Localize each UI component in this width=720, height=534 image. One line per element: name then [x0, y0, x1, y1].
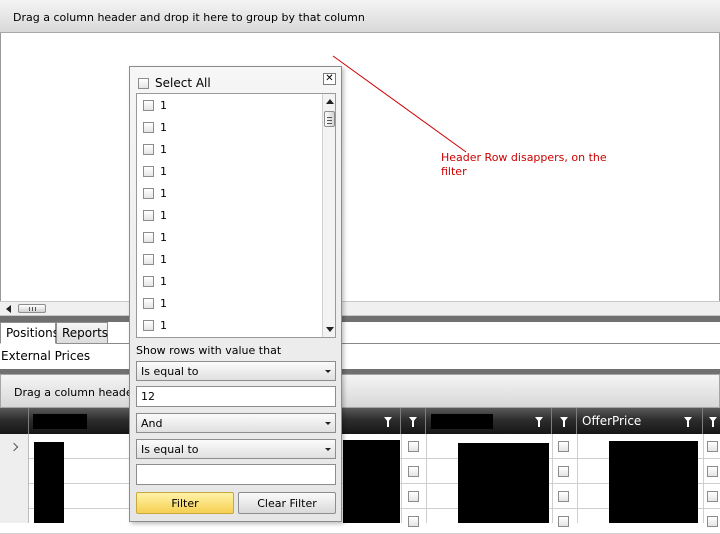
list-item[interactable]: 1 [143, 229, 167, 245]
filter-funnel-icon[interactable] [384, 417, 392, 427]
section-title: External Prices [1, 349, 91, 363]
row-checkbox[interactable] [408, 491, 419, 502]
filter-funnel-icon[interactable] [560, 417, 568, 427]
header-column-2[interactable] [426, 408, 552, 434]
redacted-cell [343, 440, 400, 523]
scroll-down-icon[interactable] [326, 327, 334, 332]
value-label: 1 [160, 142, 167, 156]
value-label: 1 [160, 98, 167, 112]
redacted-cell [34, 442, 64, 523]
value-checkbox[interactable] [143, 319, 154, 331]
value-checkbox[interactable] [143, 187, 154, 199]
header-checkbox-column-1[interactable] [401, 408, 426, 434]
filter-funnel-icon[interactable] [535, 417, 543, 427]
list-item[interactable]: 1 [143, 273, 167, 289]
chevron-down-icon[interactable] [325, 422, 331, 425]
value-label: 1 [160, 186, 167, 200]
row-indicator-column [0, 434, 29, 523]
tab-reports[interactable]: Reports [56, 322, 108, 344]
row-checkbox[interactable] [707, 516, 718, 527]
value-label: 1 [160, 208, 167, 222]
list-item[interactable]: 1 [143, 251, 167, 267]
logic-value: And [141, 417, 163, 430]
value-checkbox[interactable] [143, 209, 154, 221]
tab-positions[interactable]: Positions [0, 322, 59, 344]
row-checkbox[interactable] [408, 466, 419, 477]
show-rows-label: Show rows with value that [136, 344, 282, 357]
filter-popup: ✕ Select All 1 1 1 1 1 1 1 1 1 1 1 Show … [129, 66, 342, 522]
scroll-up-icon[interactable] [326, 99, 334, 104]
value-label: 1 [160, 252, 167, 266]
value-label: 1 [160, 164, 167, 178]
row-checkbox[interactable] [558, 441, 569, 452]
row-checkbox[interactable] [707, 491, 718, 502]
value-checkbox[interactable] [143, 253, 154, 265]
value-checkbox[interactable] [143, 275, 154, 287]
logical-operator-select[interactable]: And [136, 413, 336, 433]
row-checkbox[interactable] [707, 466, 718, 477]
operator-select-1[interactable]: Is equal to [136, 361, 336, 381]
row-checkbox[interactable] [558, 516, 569, 527]
offer-price-label: OfferPrice [582, 414, 642, 428]
list-vertical-scrollbar[interactable] [322, 94, 335, 337]
list-item[interactable]: 1 [143, 141, 167, 157]
list-scroll-thumb[interactable] [324, 111, 335, 127]
tab-strip: Positions Reports [0, 322, 720, 344]
clear-filter-button[interactable]: Clear Filter [238, 492, 336, 514]
operator-2-value: Is equal to [141, 443, 199, 456]
value-label: 1 [160, 296, 167, 310]
row-checkbox[interactable] [408, 441, 419, 452]
lower-group-by-hint: Drag a column header a [14, 386, 148, 399]
row-checkbox[interactable] [558, 491, 569, 502]
list-item[interactable]: 1 [143, 207, 167, 223]
select-all-row[interactable]: Select All [138, 75, 318, 91]
header-indicator-cell [0, 408, 29, 434]
list-item[interactable]: 1 [143, 295, 167, 311]
value-checkbox[interactable] [143, 231, 154, 243]
value-checkbox[interactable] [143, 165, 154, 177]
select-all-label: Select All [155, 76, 211, 90]
lower-group-by-panel[interactable]: Drag a column header a [0, 374, 720, 408]
distinct-values-list[interactable]: 1 1 1 1 1 1 1 1 1 1 1 [136, 93, 336, 338]
header-checkbox-column-3[interactable] [703, 408, 720, 434]
filter-funnel-icon[interactable] [709, 417, 717, 427]
filter-value-input-1[interactable] [136, 386, 336, 407]
list-item[interactable]: 1 [143, 97, 167, 113]
list-item[interactable]: 1 [143, 163, 167, 179]
header-checkbox-column-2[interactable] [552, 408, 577, 434]
value-label: 1 [160, 274, 167, 288]
value-label: 1 [160, 318, 167, 332]
row-checkbox[interactable] [558, 466, 569, 477]
chevron-down-icon[interactable] [325, 448, 331, 451]
list-item[interactable]: 1 [143, 119, 167, 135]
filter-funnel-icon[interactable] [684, 417, 692, 427]
row-checkbox[interactable] [408, 516, 419, 527]
annotation-note: Header Row disappers, on the filter [441, 151, 607, 178]
row-checkbox[interactable] [707, 441, 718, 452]
filter-funnel-icon[interactable] [409, 417, 417, 427]
operator-1-value: Is equal to [141, 365, 199, 378]
filter-button[interactable]: Filter [136, 492, 234, 514]
grid-header-row: OfferPrice [0, 408, 720, 434]
value-checkbox[interactable] [143, 143, 154, 155]
current-row-chevron-icon [9, 442, 19, 452]
redacted-cell [458, 443, 549, 523]
close-icon[interactable]: ✕ [323, 73, 336, 85]
value-checkbox[interactable] [143, 297, 154, 309]
select-all-checkbox[interactable] [138, 77, 149, 89]
chevron-down-icon[interactable] [325, 370, 331, 373]
value-checkbox[interactable] [143, 99, 154, 111]
value-label: 1 [160, 230, 167, 244]
list-item[interactable]: 1 [143, 185, 167, 201]
list-item[interactable]: 1 [143, 317, 167, 333]
value-label: 1 [160, 120, 167, 134]
redacted-cell [609, 441, 698, 523]
value-checkbox[interactable] [143, 121, 154, 133]
filter-value-input-2[interactable] [136, 464, 336, 485]
operator-select-2[interactable]: Is equal to [136, 439, 336, 459]
